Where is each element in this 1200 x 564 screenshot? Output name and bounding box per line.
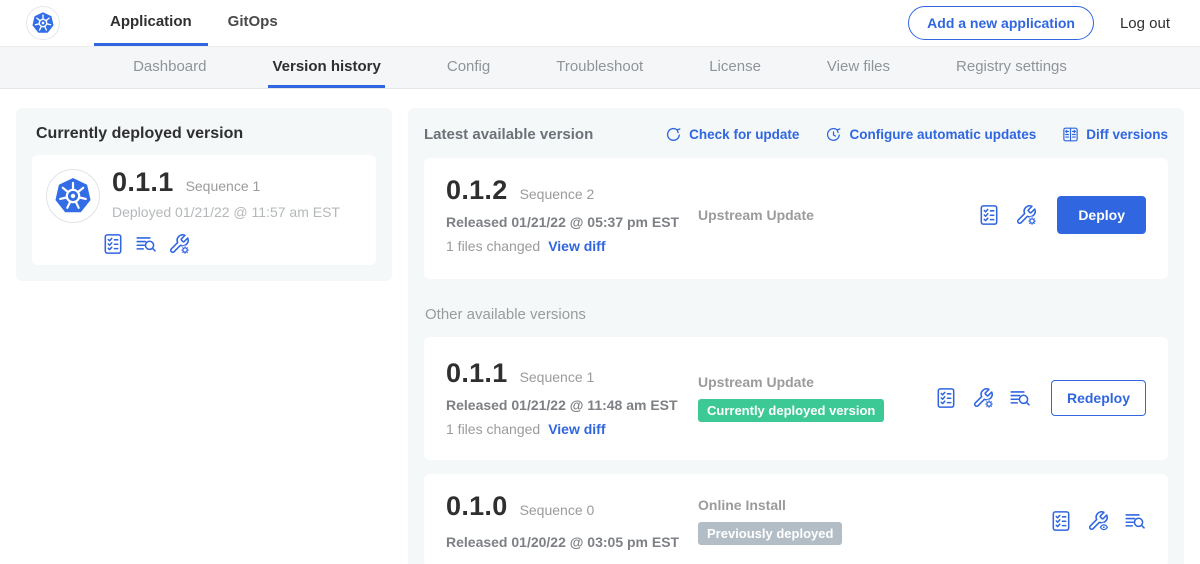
check-for-update-link[interactable]: Check for update [665,126,799,143]
app-subnav: Dashboard Version history Config Trouble… [0,46,1200,89]
previously-deployed-badge: Previously deployed [698,522,842,545]
version-row-0.1.0: 0.1.0 Sequence 0 Released 01/20/22 @ 03:… [424,474,1168,564]
source-label: Online Install [698,497,1050,513]
sequence-label: Sequence 0 [520,502,595,518]
row-actions [1050,510,1146,532]
main-content: Currently deployed version 0.1.1 Sequenc… [0,89,1200,564]
deployed-version-info: 0.1.1 Sequence 1 Deployed 01/21/22 @ 11:… [112,167,340,255]
sequence-label: Sequence 2 [520,186,595,202]
diff-versions-label: Diff versions [1086,127,1168,142]
edit-config-icon[interactable] [1015,204,1037,226]
redeploy-button[interactable]: Redeploy [1051,380,1146,416]
version-label: 0.1.0 [446,491,508,522]
add-application-button[interactable]: Add a new application [908,6,1094,40]
version-source: Online Install Previously deployed [698,497,1050,545]
preflight-checks-icon[interactable] [1050,510,1072,532]
configure-automatic-updates-link[interactable]: Configure automatic updates [825,126,1036,143]
tab-gitops[interactable]: GitOps [212,0,294,46]
version-label: 0.1.1 [446,358,508,389]
version-info: 0.1.2 Sequence 2 Released 01/21/22 @ 05:… [446,175,698,254]
diff-versions-link[interactable]: Diff versions [1062,126,1168,143]
deployed-card-title: Currently deployed version [32,123,376,143]
preflight-checks-icon[interactable] [935,387,957,409]
deploy-logs-icon[interactable] [1124,510,1146,532]
view-diff-link[interactable]: View diff [548,421,605,437]
top-bar: Application GitOps Add a new application… [0,0,1200,46]
latest-version-title: Latest available version [424,126,593,143]
schedule-icon [825,126,842,143]
edit-config-icon[interactable] [972,387,994,409]
kubernetes-helm-icon [53,176,93,216]
version-info: 0.1.1 Sequence 1 Released 01/21/22 @ 11:… [446,358,698,437]
logout-button[interactable]: Log out [1120,15,1170,32]
configure-automatic-updates-label: Configure automatic updates [849,127,1036,142]
deploy-logs-icon[interactable] [1009,387,1031,409]
deployed-version-card: 0.1.1 Sequence 1 Deployed 01/21/22 @ 11:… [32,155,376,265]
files-changed-label: 1 files changed [446,238,540,254]
row-actions: Redeploy [935,380,1146,416]
kubernetes-helm-icon [31,11,55,35]
released-timestamp: Released 01/20/22 @ 03:05 pm EST [446,534,698,550]
preflight-checks-icon[interactable] [978,204,1000,226]
released-timestamp: Released 01/21/22 @ 11:48 am EST [446,397,698,413]
view-config-icon[interactable] [1087,510,1109,532]
tab-registry-settings[interactable]: Registry settings [952,47,1071,88]
currently-deployed-card: Currently deployed version 0.1.1 Sequenc… [16,108,392,281]
files-changed-label: 1 files changed [446,421,540,437]
other-versions-title: Other available versions [425,306,1168,323]
version-row-0.1.1: 0.1.1 Sequence 1 Released 01/21/22 @ 11:… [424,337,1168,460]
version-source: Upstream Update Currently deployed versi… [698,374,935,422]
source-label: Upstream Update [698,374,935,390]
view-diff-link[interactable]: View diff [548,238,605,254]
refresh-icon [665,126,682,143]
released-timestamp: Released 01/21/22 @ 05:37 pm EST [446,214,698,230]
version-source: Upstream Update [698,207,978,223]
tab-application[interactable]: Application [94,0,208,46]
deployed-version-label: 0.1.1 [112,167,174,198]
panel-actions: Check for update Configure automatic upd… [665,126,1168,143]
tab-config[interactable]: Config [443,47,494,88]
deployed-sequence-label: Sequence 1 [186,178,261,194]
panel-header: Latest available version Check for updat… [424,124,1168,143]
diff-icon [1062,126,1079,143]
row-actions: Deploy [978,196,1146,234]
source-label: Upstream Update [698,207,978,223]
tab-license[interactable]: License [705,47,765,88]
preflight-checks-icon[interactable] [102,233,124,255]
app-icon [46,169,100,223]
tab-troubleshoot[interactable]: Troubleshoot [552,47,647,88]
tab-view-files[interactable]: View files [823,47,894,88]
currently-deployed-badge: Currently deployed version [698,399,884,422]
deploy-logs-icon[interactable] [135,233,157,255]
deployed-timestamp: Deployed 01/21/22 @ 11:57 am EST [112,204,340,220]
version-label: 0.1.2 [446,175,508,206]
version-history-panel: Latest available version Check for updat… [408,108,1184,564]
version-info: 0.1.0 Sequence 0 Released 01/20/22 @ 03:… [446,491,698,550]
check-for-update-label: Check for update [689,127,799,142]
tab-version-history[interactable]: Version history [268,47,384,88]
version-row-0.1.2: 0.1.2 Sequence 2 Released 01/21/22 @ 05:… [424,158,1168,279]
deploy-button[interactable]: Deploy [1057,196,1146,234]
sequence-label: Sequence 1 [520,369,595,385]
topbar-spacer [296,0,908,46]
kubernetes-logo [26,6,60,40]
edit-config-icon[interactable] [168,233,190,255]
tab-dashboard[interactable]: Dashboard [129,47,210,88]
